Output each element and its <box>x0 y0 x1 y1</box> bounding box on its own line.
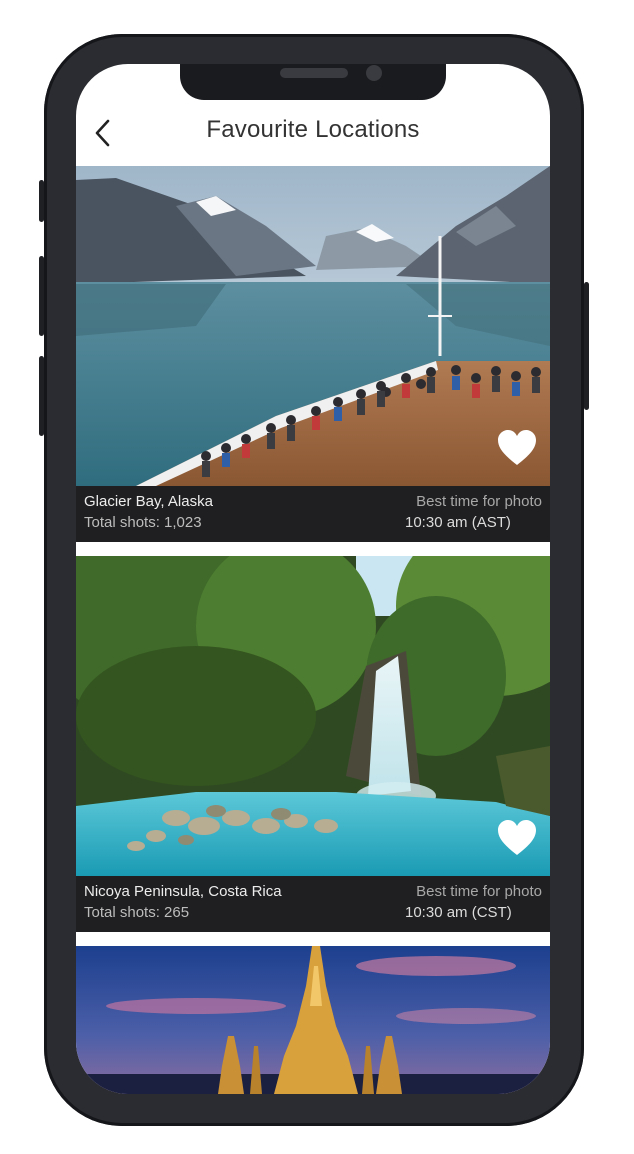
speaker-grille <box>280 68 348 78</box>
total-shots: Total shots: 1,023 <box>84 514 202 531</box>
location-name: Nicoya Peninsula, Costa Rica <box>84 883 282 900</box>
location-photo-glacier-bay[interactable] <box>76 166 550 486</box>
location-card[interactable]: Nicoya Peninsula, Costa Rica Total shots… <box>76 556 550 932</box>
location-info-bar: Nicoya Peninsula, Costa Rica Total shots… <box>76 876 550 932</box>
volume-up-button <box>39 256 44 336</box>
location-photo-temple[interactable] <box>76 946 550 1094</box>
volume-down-button <box>39 356 44 436</box>
app-header: Favourite Locations <box>76 104 550 164</box>
power-button <box>584 282 589 410</box>
best-time-value: 10:30 am (AST) <box>405 514 511 531</box>
page-title: Favourite Locations <box>206 116 420 143</box>
best-time-label: Best time for photo <box>416 493 542 510</box>
total-shots: Total shots: 265 <box>84 904 190 921</box>
notch <box>180 64 446 100</box>
location-card[interactable] <box>76 946 550 1094</box>
heart-icon[interactable] <box>496 428 538 468</box>
location-card[interactable]: Glacier Bay, Alaska Total shots: 1,023 B… <box>76 166 550 542</box>
screen: Favourite Locations Glacier Bay, Alaska … <box>76 64 550 1094</box>
location-info-bar: Glacier Bay, Alaska Total shots: 1,023 B… <box>76 486 550 542</box>
location-name: Glacier Bay, Alaska <box>84 493 213 510</box>
heart-icon[interactable] <box>496 818 538 858</box>
best-time-value: 10:30 am (CST) <box>405 904 512 921</box>
mute-switch <box>39 180 44 222</box>
best-time-label: Best time for photo <box>416 883 542 900</box>
location-photo-nicoya[interactable] <box>76 556 550 876</box>
front-camera <box>366 65 382 81</box>
